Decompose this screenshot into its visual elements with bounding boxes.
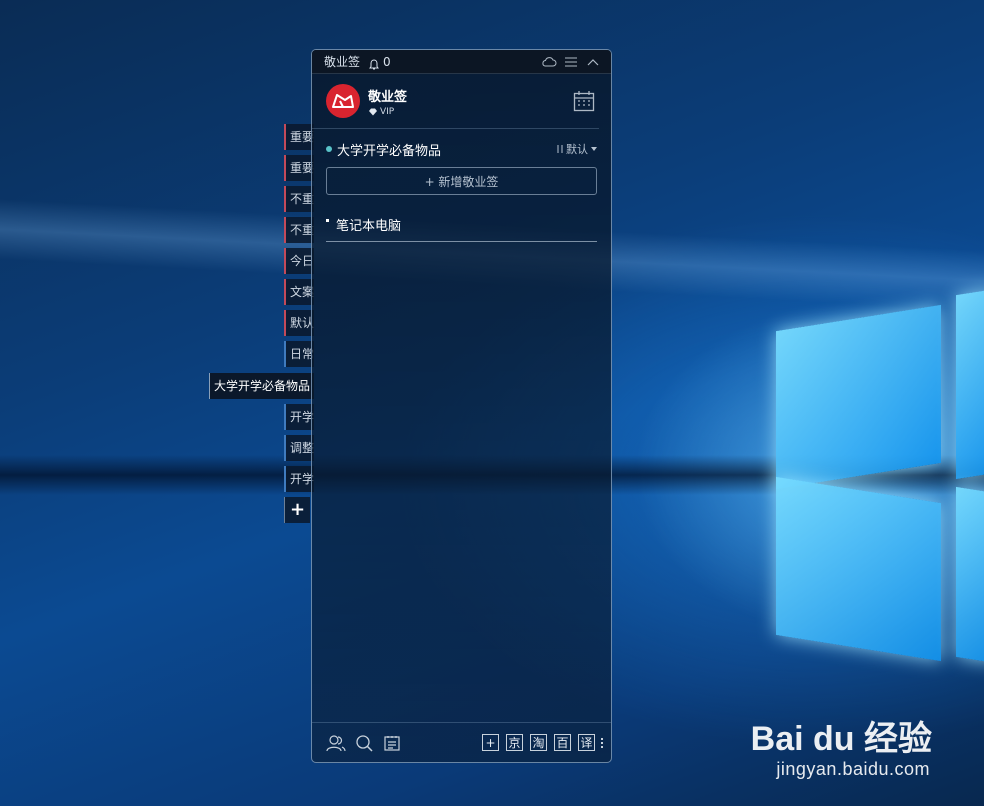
side-tab[interactable]: 默认: [284, 310, 314, 336]
add-category-button[interactable]: +: [284, 497, 310, 523]
side-tab[interactable]: 日常: [284, 341, 314, 367]
app-window: 敬业签 0 敬业签 VIP 大学开学必备物品 默认 + 新增敬业签 笔记本电脑 …: [311, 49, 612, 763]
sort-dropdown[interactable]: 默认: [556, 141, 597, 157]
add-note-button[interactable]: + 新增敬业签: [326, 167, 597, 195]
windows-logo-pane: [956, 288, 984, 480]
collapse-icon[interactable]: [585, 54, 601, 70]
list-item[interactable]: 笔记本电脑: [326, 215, 597, 242]
side-tab[interactable]: 重要: [284, 155, 314, 181]
category-color-dot: [326, 146, 332, 152]
side-tab-active[interactable]: 大学开学必备物品: [209, 373, 314, 399]
side-tab[interactable]: 开学: [284, 404, 314, 430]
category-title: 大学开学必备物品: [337, 143, 442, 159]
avatar[interactable]: [326, 84, 360, 118]
side-tab[interactable]: 不重: [284, 186, 314, 212]
baidu-watermark: Bai du 经验: [750, 720, 932, 758]
side-tab[interactable]: 重要: [284, 124, 314, 150]
shortcut-translate[interactable]: 译: [578, 734, 595, 751]
user-header: 敬业签 VIP: [312, 74, 599, 129]
side-tab[interactable]: 今日: [284, 248, 314, 274]
shortcut-taobao[interactable]: 淘: [530, 734, 547, 751]
note-list: 笔记本电脑: [326, 215, 597, 242]
notification-count: 0: [383, 54, 391, 69]
cloud-sync-icon[interactable]: [541, 54, 557, 70]
windows-logo-pane: [776, 476, 941, 662]
windows-logo-pane: [956, 486, 984, 664]
side-tab[interactable]: 文案: [284, 279, 314, 305]
user-name: 敬业签: [368, 89, 408, 105]
windows-logo-pane: [776, 304, 941, 490]
more-icon[interactable]: [601, 737, 603, 748]
shortcut-baidu[interactable]: 百: [554, 734, 571, 751]
contacts-icon[interactable]: [326, 733, 346, 753]
window-title: 敬业签: [324, 55, 361, 69]
search-icon[interactable]: [354, 733, 374, 753]
vip-badge: VIP: [368, 107, 407, 117]
watermark-url: jingyan.baidu.com: [776, 759, 930, 779]
sort-icon: [557, 145, 563, 153]
side-tab[interactable]: 开学: [284, 466, 314, 492]
menu-icon[interactable]: [563, 54, 579, 70]
title-bar: 敬业签 0: [312, 50, 611, 74]
calendar-icon[interactable]: [573, 90, 595, 112]
notes-icon[interactable]: [382, 733, 402, 753]
add-shortcut-button[interactable]: +: [482, 734, 499, 751]
shortcut-jd[interactable]: 京: [506, 734, 523, 751]
footer-toolbar: + 京 淘 百 译: [312, 722, 611, 762]
logo-icon: [332, 94, 354, 108]
diamond-icon: [369, 108, 377, 115]
side-tab[interactable]: 调整: [284, 435, 314, 461]
bell-icon[interactable]: [368, 56, 380, 69]
category-row: 大学开学必备物品 默认: [312, 141, 611, 159]
side-tab[interactable]: 不重: [284, 217, 314, 243]
